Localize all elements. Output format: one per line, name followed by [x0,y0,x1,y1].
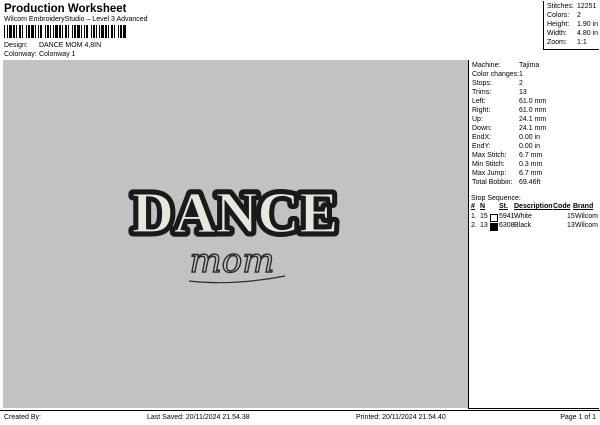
printed-date: Printed: 20/11/2024 21.54.40 [356,414,446,421]
stat-width: Width: 4.80 in [547,30,599,37]
color-swatch-black [490,223,498,231]
software-subtitle: Wilcom EmbroideryStudio – Level 3 Advanc… [4,16,148,23]
colorway-row: Colonway: Colonway 1 [4,51,76,58]
col-n: N [480,203,486,210]
info-color-changes: Color changes:1 [472,71,523,78]
table-row: 1. 15 5941 White 15 Wilcom [471,213,598,222]
design-name: DANCE MOM 4,8IN [38,42,102,49]
col-code: Code [553,203,571,210]
col-st: St. [499,203,508,210]
info-left: Left: 61.0 mm [472,98,547,105]
col-num: # [471,203,475,210]
info-trims: Trims: 13 [472,89,527,96]
info-total-bobbin: Total Bobbin: 69.46ft [472,179,541,186]
dance-text: DANCE [132,180,338,245]
info-endy: EndY: 0.00 in [472,143,541,150]
color-swatch-white [490,214,498,222]
stat-colors: Colors: 2 [547,12,581,19]
table-row: 2. 13 6308 Black 13 Wilcom [471,222,598,231]
mom-script-text: mom [190,241,275,281]
last-saved: Last Saved: 20/11/2024 21.54.38 [147,414,250,421]
stat-zoom: Zoom: 1:1 [547,39,587,46]
info-up: Up: 24.1 mm [472,116,547,123]
table-header-row: # N St. Description Code Brand [469,203,599,212]
design-label: Design: [4,42,28,49]
footer: Created By: Last Saved: 20/11/2024 21.54… [0,410,600,425]
info-max-stitch: Max Stitch: 6.7 mm [472,152,543,159]
info-endx: EndX: 0.00 in [472,134,541,141]
colorway-name: Colonway 1 [38,51,76,58]
stats-box: Stitches: 12251 Colors: 2 Height: 1.90 in W… [543,1,599,50]
design-row: Design: DANCE MOM 4,8IN [4,42,101,49]
created-by: Created By: [4,414,41,421]
design-preview-canvas: DANCE DANCE mom [3,60,468,408]
embroidery-preview: DANCE DANCE mom [127,176,343,284]
colorway-label: Colonway: [4,51,37,58]
col-brand: Brand [573,203,594,210]
worksheet-title: Production Worksheet [4,3,127,15]
info-right: Right: 61.0 mm [472,107,547,114]
stat-height: Height: 1.90 in [547,21,599,28]
machine-info-panel: Machine: Tajima Color changes:1 Stops: 2 T… [468,60,599,409]
info-down: Down: 24.1 mm [472,125,547,132]
stop-sequence-title: Stop Sequence: [471,195,521,202]
barcode [4,25,126,38]
info-min-stitch: Min Stitch: 0.3 mm [472,161,543,168]
col-description: Description [514,203,553,210]
info-stops: Stops: 2 [472,80,523,87]
info-machine: Machine: Tajima [472,62,540,69]
info-max-jump: Max Jump: 6.7 mm [472,170,543,177]
stat-stitches: Stitches: 12251 [547,3,597,10]
page-number: Page 1 of 1 [560,414,596,421]
